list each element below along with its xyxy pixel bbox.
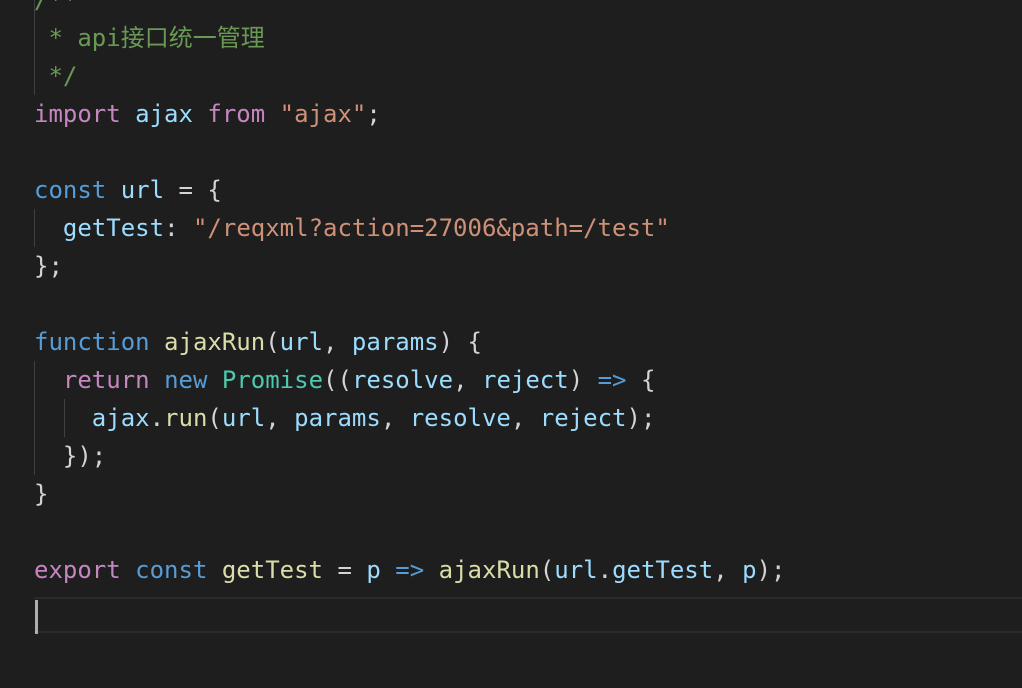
arrow-operator: => [395, 556, 425, 584]
paren-open: ( [207, 404, 222, 432]
open-brace: { [626, 366, 656, 394]
indent-guide [34, 57, 35, 95]
code-line-16: export const getTest = p => ajaxRun(url.… [34, 551, 785, 589]
semicolon: ; [366, 100, 381, 128]
arg-params: params [294, 404, 381, 432]
object-ajax: ajax [91, 404, 150, 432]
text-cursor [35, 600, 38, 634]
indent-guide [64, 399, 65, 437]
comment-close: */ [34, 62, 78, 90]
code-line-6: const url = { [34, 171, 785, 209]
keyword-from: from [207, 100, 266, 128]
code-line-12: ajax.run(url, params, resolve, reject); [34, 399, 785, 437]
comment-text: * api接口统一管理 [34, 24, 265, 52]
comma: , [323, 328, 352, 356]
variable-url: url [120, 176, 165, 204]
param-resolve: resolve [351, 366, 454, 394]
indent-guide [34, 0, 35, 19]
code-editor[interactable]: /** * api接口统一管理 */ import ajax from "aja… [0, 0, 1022, 688]
param-url: url [279, 328, 324, 356]
code-line-4: import ajax from "ajax"; [34, 95, 785, 133]
code-line-10: function ajaxRun(url, params) { [34, 323, 785, 361]
arg-resolve: resolve [409, 404, 511, 432]
object-url: url [554, 556, 598, 584]
module-string: "ajax" [279, 100, 367, 128]
comma: , [713, 556, 743, 584]
url-string: "/reqxml?action=27006&path=/test" [192, 214, 670, 242]
keyword-import: import [34, 100, 121, 128]
dot: . [149, 404, 165, 432]
comma: , [510, 404, 540, 432]
assign: = [323, 556, 367, 584]
keyword-return: return [62, 366, 150, 394]
arg-p: p [742, 556, 757, 584]
class-promise: Promise [221, 366, 324, 394]
export-name: getTest [221, 556, 324, 584]
indent-guide [34, 399, 35, 437]
paren-open: (( [323, 366, 352, 394]
param-p: p [366, 556, 381, 584]
property-key: getTest [62, 214, 165, 242]
arg-url: url [221, 404, 266, 432]
method-run: run [164, 404, 208, 432]
comma: , [380, 404, 410, 432]
keyword-function: function [34, 328, 150, 356]
param-params: params [351, 328, 439, 356]
code-line-2: * api接口统一管理 [34, 19, 785, 57]
close-brace-paren: }); [62, 442, 107, 470]
keyword-const: const [34, 176, 107, 204]
indent-guide [34, 209, 35, 247]
comment-open: /** [34, 0, 78, 14]
comma: , [265, 404, 295, 432]
code-line-1: /** [34, 0, 785, 19]
code-line-11: return new Promise((resolve, reject) => … [34, 361, 785, 399]
close-brace: }; [34, 252, 63, 280]
property-gettest: getTest [612, 556, 714, 584]
import-name: ajax [135, 100, 193, 128]
code-line-3: */ [34, 57, 785, 95]
paren-close-brace: ) { [438, 328, 482, 356]
code-line-13: }); [34, 437, 785, 475]
colon: : [164, 214, 193, 242]
comma: , [453, 366, 482, 394]
paren-close: ) [568, 366, 598, 394]
assign-open-brace: = { [164, 176, 222, 204]
paren-open: ( [265, 328, 280, 356]
code-line-14: } [34, 475, 785, 513]
paren-open: ( [539, 556, 555, 584]
param-reject: reject [482, 366, 569, 394]
indent-guide [34, 437, 35, 475]
dot: . [597, 556, 613, 584]
code-line-7: getTest: "/reqxml?action=27006&path=/tes… [34, 209, 785, 247]
paren-close: ); [756, 556, 786, 584]
keyword-const: const [135, 556, 208, 584]
function-name: ajaxRun [164, 328, 266, 356]
indent-guide [34, 361, 35, 399]
arg-reject: reject [539, 404, 627, 432]
code-line-8: }; [34, 247, 785, 285]
indent-guide [34, 19, 35, 57]
code-block[interactable]: /** * api接口统一管理 */ import ajax from "aja… [34, 0, 785, 589]
arrow-operator: => [597, 366, 627, 394]
call-ajaxrun: ajaxRun [438, 556, 540, 584]
keyword-new: new [164, 366, 208, 394]
current-line-highlight[interactable] [34, 597, 1022, 633]
paren-close: ); [626, 404, 656, 432]
keyword-export: export [34, 556, 121, 584]
close-brace: } [34, 480, 49, 508]
